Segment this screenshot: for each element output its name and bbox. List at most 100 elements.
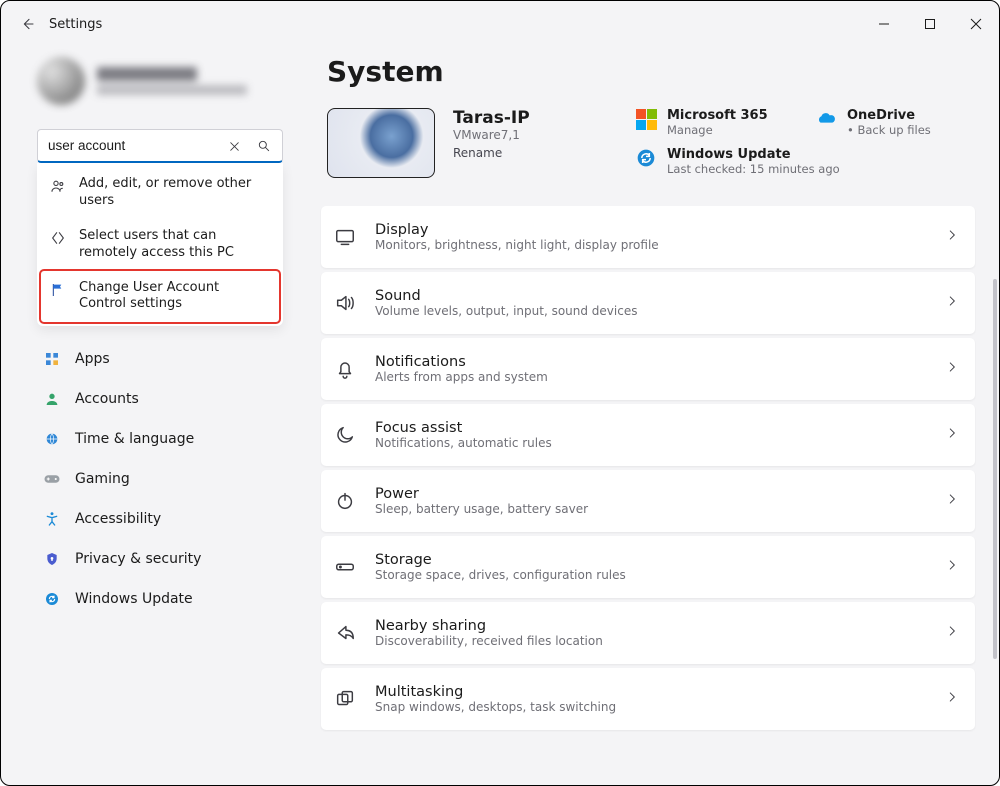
search-icon <box>257 139 271 153</box>
chevron-right-icon <box>945 228 959 246</box>
card-subtitle: Notifications, automatic rules <box>375 436 552 450</box>
chevron-right-icon <box>945 294 959 312</box>
remote-users-icon <box>49 229 67 247</box>
card-subtitle: Alerts from apps and system <box>375 370 548 384</box>
accessibility-icon <box>43 510 61 528</box>
sidebar-item-gaming[interactable]: Gaming <box>37 460 283 498</box>
status-title: OneDrive <box>847 108 931 123</box>
nav-list: Apps Accounts Time & language <box>1 340 301 618</box>
window-title: Settings <box>49 17 102 32</box>
suggestion-uac-settings[interactable]: Change User Account Control settings <box>41 271 279 323</box>
suggestion-remote-users[interactable]: Select users that can remotely access th… <box>41 219 279 271</box>
sidebar-item-privacy[interactable]: Privacy & security <box>37 540 283 578</box>
pc-info: Taras-IP VMware7,1 Rename <box>453 108 530 160</box>
sidebar-item-label: Accounts <box>75 391 139 407</box>
status-windows-update[interactable]: Windows Update Last checked: 15 minutes … <box>635 147 985 176</box>
pc-name: Taras-IP <box>453 108 530 128</box>
account-text <box>97 67 247 95</box>
update-icon <box>43 590 61 608</box>
pc-hardware: VMware7,1 <box>453 128 530 142</box>
card-subtitle: Snap windows, desktops, task switching <box>375 700 616 714</box>
card-title: Display <box>375 222 659 238</box>
close-button[interactable] <box>953 1 999 47</box>
card-display[interactable]: Display Monitors, brightness, night ligh… <box>321 206 975 268</box>
card-nearby-sharing[interactable]: Nearby sharing Discoverability, received… <box>321 602 975 664</box>
scrollbar-thumb[interactable] <box>993 279 997 659</box>
status-title: Microsoft 365 <box>667 108 768 123</box>
sidebar-item-windows-update[interactable]: Windows Update <box>37 580 283 618</box>
maximize-button[interactable] <box>907 1 953 47</box>
minimize-icon <box>878 18 890 30</box>
globe-icon <box>43 430 61 448</box>
microsoft-logo-icon <box>635 108 657 130</box>
uac-flag-icon <box>49 281 67 299</box>
window-controls <box>861 1 999 47</box>
update-icon <box>635 147 657 169</box>
back-button[interactable] <box>9 6 45 42</box>
card-power[interactable]: Power Sleep, battery usage, battery save… <box>321 470 975 532</box>
person-icon <box>43 390 61 408</box>
sidebar-item-time-language[interactable]: Time & language <box>37 420 283 458</box>
status-sub: Last checked: 15 minutes ago <box>667 162 840 176</box>
sidebar-item-label: Gaming <box>75 471 130 487</box>
rename-pc-link[interactable]: Rename <box>453 146 530 160</box>
sidebar-item-accessibility[interactable]: Accessibility <box>37 500 283 538</box>
sidebar-item-label: Privacy & security <box>75 551 201 567</box>
status-ms365[interactable]: Microsoft 365 Manage <box>635 108 805 137</box>
gamepad-icon <box>43 470 61 488</box>
suggestion-label: Add, edit, or remove other users <box>79 176 269 210</box>
status-onedrive[interactable]: OneDrive • Back up files <box>815 108 985 137</box>
titlebar: Settings <box>1 1 999 47</box>
page-title: System <box>327 55 985 88</box>
chevron-right-icon <box>945 492 959 510</box>
account-header[interactable] <box>37 49 301 113</box>
status-grid: Microsoft 365 Manage OneDrive • Back up … <box>635 108 985 176</box>
power-icon <box>333 489 357 513</box>
chevron-right-icon <box>945 690 959 708</box>
sidebar: Add, edit, or remove other users Select … <box>1 47 301 785</box>
sidebar-item-apps[interactable]: Apps <box>37 340 283 378</box>
suggestion-other-users[interactable]: Add, edit, or remove other users <box>41 167 279 219</box>
apps-icon <box>43 350 61 368</box>
sidebar-item-label: Accessibility <box>75 511 161 527</box>
shield-icon <box>43 550 61 568</box>
card-title: Power <box>375 486 588 502</box>
settings-window: Settings <box>0 0 1000 786</box>
sidebar-item-accounts[interactable]: Accounts <box>37 380 283 418</box>
card-notifications[interactable]: Notifications Alerts from apps and syste… <box>321 338 975 400</box>
moon-icon <box>333 423 357 447</box>
display-icon <box>333 225 357 249</box>
card-subtitle: Monitors, brightness, night light, displ… <box>375 238 659 252</box>
card-subtitle: Sleep, battery usage, battery saver <box>375 502 588 516</box>
card-subtitle: Discoverability, received files location <box>375 634 603 648</box>
main-panel: System Taras-IP VMware7,1 Rename <box>301 47 999 785</box>
sidebar-item-label: Apps <box>75 351 110 367</box>
card-storage[interactable]: Storage Storage space, drives, configura… <box>321 536 975 598</box>
minimize-button[interactable] <box>861 1 907 47</box>
close-icon <box>970 18 982 30</box>
status-sub: • Back up files <box>847 123 931 137</box>
search-container <box>37 129 283 163</box>
clear-search-button[interactable] <box>221 133 247 159</box>
x-icon <box>228 140 241 153</box>
pc-wallpaper-thumbnail[interactable] <box>327 108 435 178</box>
card-multitasking[interactable]: Multitasking Snap windows, desktops, tas… <box>321 668 975 730</box>
suggestion-label: Change User Account Control settings <box>79 280 269 314</box>
chevron-right-icon <box>945 360 959 378</box>
card-sound[interactable]: Sound Volume levels, output, input, soun… <box>321 272 975 334</box>
card-subtitle: Storage space, drives, configuration rul… <box>375 568 626 582</box>
card-title: Sound <box>375 288 637 304</box>
sidebar-item-label: Time & language <box>75 431 194 447</box>
chevron-right-icon <box>945 426 959 444</box>
chevron-right-icon <box>945 624 959 642</box>
settings-cards: Display Monitors, brightness, night ligh… <box>321 206 985 730</box>
search-button[interactable] <box>251 133 277 159</box>
multitask-icon <box>333 687 357 711</box>
maximize-icon <box>924 18 936 30</box>
arrow-left-icon <box>19 16 35 32</box>
card-focus-assist[interactable]: Focus assist Notifications, automatic ru… <box>321 404 975 466</box>
pc-summary: Taras-IP VMware7,1 Rename Microso <box>327 108 985 178</box>
sidebar-item-label: Windows Update <box>75 591 193 607</box>
status-title: Windows Update <box>667 147 840 162</box>
card-title: Multitasking <box>375 684 616 700</box>
